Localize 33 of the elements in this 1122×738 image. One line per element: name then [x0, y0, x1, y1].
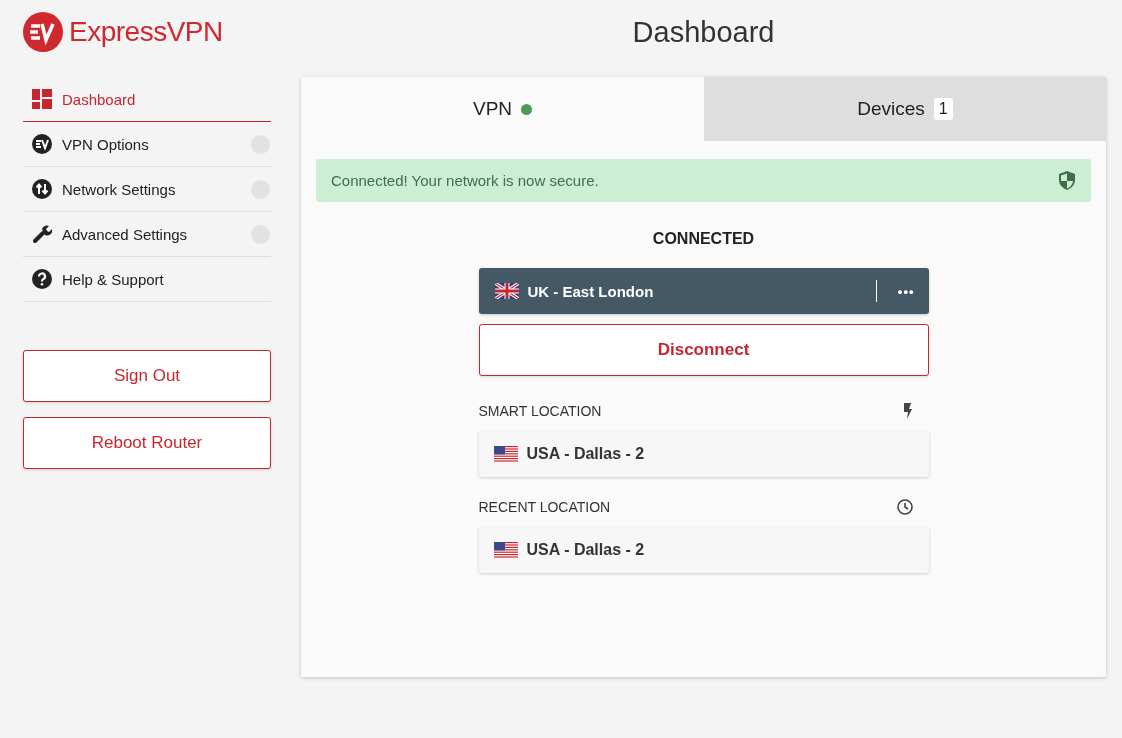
location-item[interactable]: USA - Dallas - 2: [478, 527, 929, 573]
clock-icon: [896, 499, 913, 515]
shield-icon: [1059, 171, 1075, 190]
sidebar-item[interactable]: VPN Options: [23, 122, 271, 167]
sidebar-item[interactable]: Help & Support: [23, 257, 271, 302]
brand-name: ExpressVPN: [69, 16, 223, 48]
sidebar-button[interactable]: Reboot Router: [23, 417, 271, 469]
tab[interactable]: Devices 1: [704, 77, 1106, 141]
bolt-icon: [902, 403, 913, 419]
arrows-icon: [32, 179, 52, 199]
connection-status: CONNECTED: [651, 230, 756, 248]
sidebar-item[interactable]: Dashboard: [23, 77, 271, 122]
sidebar-item[interactable]: Advanced Settings: [23, 212, 271, 257]
alert-text: Connected! Your network is now secure.: [331, 172, 599, 189]
logo-mark-icon: [23, 12, 63, 52]
wrench-icon: [32, 224, 52, 244]
us-flag-icon: [493, 542, 518, 558]
us-flag-icon: [493, 446, 518, 462]
help-icon: [32, 269, 52, 289]
uk-flag-icon: [494, 283, 519, 299]
sidebar-item[interactable]: Network Settings: [23, 167, 271, 212]
grid-icon: [32, 89, 52, 109]
section-heading: RECENT LOCATION: [478, 499, 611, 515]
sidebar-button[interactable]: Sign Out: [23, 350, 271, 402]
disconnect-button[interactable]: Disconnect: [478, 324, 929, 376]
section-heading: SMART LOCATION: [478, 403, 602, 419]
logo-mark-icon: [32, 134, 52, 154]
more-icon[interactable]: •••: [897, 283, 915, 299]
count-badge: 1: [933, 98, 953, 120]
current-location[interactable]: UK - East London •••: [478, 268, 929, 314]
tab[interactable]: VPN: [301, 77, 704, 141]
location-item[interactable]: USA - Dallas - 2: [478, 431, 929, 477]
page-title: Dashboard: [631, 14, 776, 50]
